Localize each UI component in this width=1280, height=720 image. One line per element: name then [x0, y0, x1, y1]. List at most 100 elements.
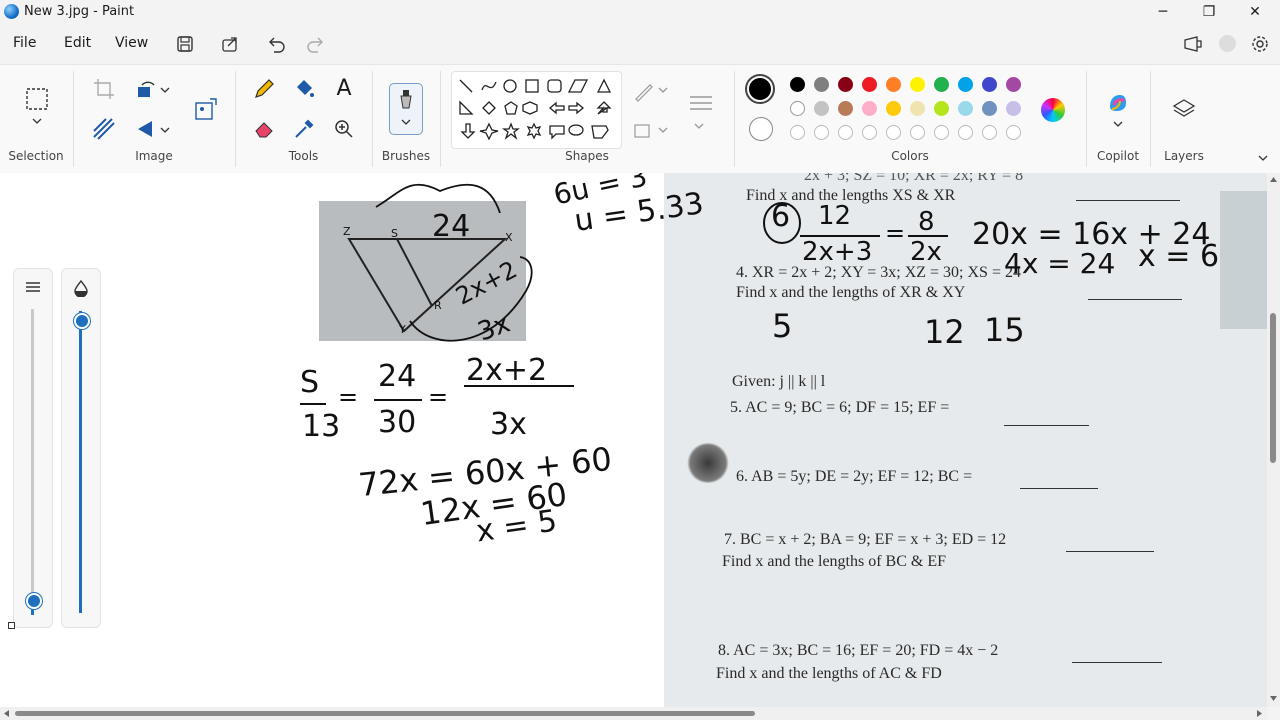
rotate-chevron-down-icon[interactable]: [158, 83, 172, 97]
palette-row1-color-swatch[interactable]: [934, 77, 949, 92]
palette-row2-color-swatch[interactable]: [934, 101, 949, 116]
scroll-up-icon[interactable]: [1269, 175, 1278, 183]
image-generator-icon[interactable]: [194, 97, 218, 121]
flip-icon[interactable]: [134, 117, 158, 141]
group-label-layers: Layers: [1164, 149, 1204, 163]
outline-chevron-down-icon[interactable]: [656, 83, 670, 97]
palette-row1-color-swatch[interactable]: [790, 77, 805, 92]
primary-color-button[interactable]: [745, 74, 775, 104]
brushes-chevron-down-icon: [401, 119, 411, 125]
answer-blank: [1076, 200, 1180, 201]
palette-row2-color-swatch[interactable]: [862, 101, 877, 116]
opacity-slider-track[interactable]: [79, 311, 82, 613]
remove-background-icon[interactable]: [92, 117, 116, 141]
custom-color-slot[interactable]: [934, 125, 949, 140]
rotate-icon[interactable]: [134, 77, 158, 101]
palette-row1-color-swatch[interactable]: [862, 77, 877, 92]
custom-color-slot[interactable]: [886, 125, 901, 140]
palette-row1-color-swatch[interactable]: [1006, 77, 1021, 92]
scroll-right-icon[interactable]: [1256, 709, 1264, 718]
shapes-gallery[interactable]: [451, 71, 622, 149]
size-slider-thumb[interactable]: [26, 593, 42, 609]
palette-row2-color-swatch[interactable]: [814, 101, 829, 116]
group-label-image: Image: [135, 149, 173, 163]
outline-icon[interactable]: [632, 79, 656, 103]
palette-row1-color-swatch[interactable]: [886, 77, 901, 92]
size-chevron-down-icon[interactable]: [692, 119, 706, 133]
ribbon-collapse-chevron-icon[interactable]: [1256, 151, 1270, 165]
eraser-icon[interactable]: [252, 117, 276, 141]
answer-blank: [1004, 425, 1089, 426]
menu-view[interactable]: View: [115, 35, 148, 51]
palette-row2-color-swatch[interactable]: [910, 101, 925, 116]
layers-icon[interactable]: [1172, 97, 1196, 121]
answer-blank: [1072, 662, 1162, 663]
paint-app-icon: [4, 4, 19, 19]
edit-colors-icon[interactable]: [1041, 98, 1065, 122]
menu-edit[interactable]: Edit: [64, 35, 91, 51]
palette-row1-color-swatch[interactable]: [958, 77, 973, 92]
custom-color-slot[interactable]: [862, 125, 877, 140]
worksheet-line-partial: 2x + 3; SZ = 10; XR = 2x; RY = 8: [804, 173, 1024, 184]
account-avatar[interactable]: [1219, 35, 1236, 52]
horizontal-scrollbar[interactable]: [0, 707, 1267, 720]
palette-row1-color-swatch[interactable]: [838, 77, 853, 92]
custom-color-slot[interactable]: [982, 125, 997, 140]
secondary-color-button[interactable]: [749, 117, 773, 141]
custom-color-slot[interactable]: [790, 125, 805, 140]
palette-row2-color-swatch[interactable]: [982, 101, 997, 116]
fill-icon[interactable]: [632, 119, 656, 143]
canvas-resize-handle[interactable]: [8, 622, 15, 629]
brushes-button[interactable]: [389, 83, 423, 135]
opacity-panel: [61, 268, 101, 628]
settings-gear-icon[interactable]: [1249, 34, 1271, 54]
hand-frac2-num: 24: [378, 359, 417, 394]
custom-color-slot[interactable]: [910, 125, 925, 140]
vertical-scrollbar-thumb[interactable]: [1270, 313, 1276, 463]
close-button[interactable]: ✕: [1232, 0, 1278, 24]
scroll-left-icon[interactable]: [2, 709, 10, 718]
size-slider-track[interactable]: [31, 309, 34, 601]
palette-row2-color-swatch[interactable]: [790, 101, 805, 116]
copilot-icon[interactable]: [1106, 91, 1130, 115]
rectangle-select-icon[interactable]: [25, 87, 49, 111]
custom-color-slot[interactable]: [814, 125, 829, 140]
menu-file[interactable]: File: [13, 35, 36, 51]
palette-row2-color-swatch[interactable]: [1006, 101, 1021, 116]
custom-color-slot[interactable]: [1006, 125, 1021, 140]
fill-bucket-icon[interactable]: [292, 77, 316, 101]
text-tool-icon[interactable]: A: [332, 77, 356, 101]
scroll-down-icon[interactable]: [1269, 695, 1278, 703]
horizontal-scrollbar-thumb[interactable]: [15, 711, 755, 716]
custom-color-slot[interactable]: [838, 125, 853, 140]
drawing-canvas[interactable]: 2x + 3; SZ = 10; XR = 2x; RY = 8 Find x …: [0, 173, 1267, 707]
palette-row1-color-swatch[interactable]: [910, 77, 925, 92]
shape-size-icon[interactable]: [688, 91, 714, 115]
selection-chevron-down-icon[interactable]: [25, 115, 49, 129]
palette-row1-color-swatch[interactable]: [982, 77, 997, 92]
palette-row1-color-swatch[interactable]: [814, 77, 829, 92]
redo-icon[interactable]: [305, 34, 327, 54]
palette-row2-color-swatch[interactable]: [886, 101, 901, 116]
maximize-button[interactable]: ❐: [1186, 0, 1232, 24]
palette-row2-color-swatch[interactable]: [958, 101, 973, 116]
pencil-icon[interactable]: [252, 77, 276, 101]
opacity-slider-thumb[interactable]: [74, 313, 90, 329]
brush-size-panel: [13, 268, 53, 628]
undo-icon[interactable]: [265, 34, 287, 54]
crop-icon[interactable]: [92, 77, 116, 101]
fill-chevron-down-icon[interactable]: [656, 123, 670, 137]
group-label-copilot: Copilot: [1096, 149, 1140, 163]
minimize-button[interactable]: ─: [1140, 0, 1186, 24]
share-icon[interactable]: [219, 34, 241, 54]
flip-chevron-down-icon[interactable]: [158, 123, 172, 137]
save-icon[interactable]: [174, 34, 196, 54]
color-picker-icon[interactable]: [292, 117, 316, 141]
palette-row2-color-swatch[interactable]: [838, 101, 853, 116]
menu-bar: File Edit View: [0, 28, 1280, 60]
magnifier-icon[interactable]: [332, 117, 356, 141]
vertical-scrollbar[interactable]: [1267, 173, 1280, 707]
custom-color-slot[interactable]: [958, 125, 973, 140]
copilot-chevron-down-icon[interactable]: [1111, 117, 1125, 131]
feedback-icon[interactable]: [1182, 34, 1204, 54]
